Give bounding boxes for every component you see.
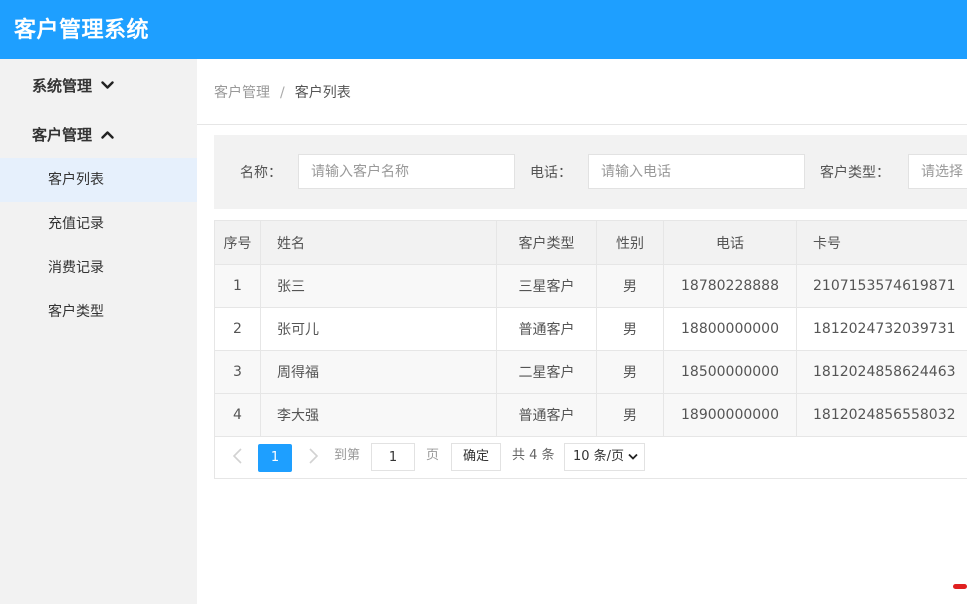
- cell-card: 1812024732039731: [796, 307, 967, 351]
- goto-confirm-button[interactable]: 确定: [451, 443, 501, 471]
- name-label: 名称：: [240, 165, 282, 181]
- cell-type: 普通客户: [496, 307, 597, 351]
- menu-group-label: 系统管理: [32, 77, 93, 95]
- breadcrumb-separator: /: [280, 85, 285, 101]
- chevron-down-icon: [628, 453, 638, 460]
- cell-phone: 18780228888: [663, 264, 797, 308]
- cell-index: 2: [214, 307, 261, 351]
- app-header: 客户管理系统: [0, 0, 967, 59]
- breadcrumb-parent[interactable]: 客户管理: [214, 85, 270, 101]
- breadcrumb: 客户管理 / 客户列表: [214, 82, 351, 102]
- table-row[interactable]: 1 张三 三星客户 男 18780228888 2107153574619871: [214, 264, 967, 308]
- sidebar-item-recharge-records[interactable]: 充值记录: [0, 202, 197, 246]
- page-size-select[interactable]: 10 条/页: [564, 443, 645, 471]
- cell-phone: 18800000000: [663, 307, 797, 351]
- sidebar-item-consumption-records[interactable]: 消费记录: [0, 246, 197, 290]
- pagination: 1 到第 页 确定 共 4 条 10 条/页: [214, 435, 967, 479]
- breadcrumb-current: 客户列表: [294, 85, 351, 101]
- phone-search-input[interactable]: [588, 154, 805, 189]
- column-header-name: 姓名: [260, 220, 497, 265]
- table-header-row: 序号 姓名 客户类型 性别 电话 卡号: [214, 220, 967, 265]
- red-corner-mark: [953, 584, 967, 589]
- table-row[interactable]: 3 周得福 二星客户 男 18500000000 181202485862446…: [214, 350, 967, 394]
- goto-label: 到第: [334, 448, 361, 463]
- page-button-current[interactable]: 1: [258, 444, 292, 472]
- cell-name: 李大强: [260, 393, 497, 437]
- cell-index: 1: [214, 264, 261, 308]
- table-row[interactable]: 2 张可儿 普通客户 男 18800000000 181202473203973…: [214, 307, 967, 351]
- column-header-card: 卡号: [796, 220, 967, 265]
- cell-phone: 18900000000: [663, 393, 797, 437]
- table-row[interactable]: 4 李大强 普通客户 男 18900000000 181202485655803…: [214, 393, 967, 437]
- chevron-down-icon: [100, 79, 114, 93]
- page-size-value: 10 条/页: [573, 449, 625, 464]
- cell-gender: 男: [596, 393, 664, 437]
- sidebar: 系统管理 客户管理 客户列表 充值记录 消费记录 客户类型: [0, 59, 197, 604]
- column-header-phone: 电话: [663, 220, 797, 265]
- customer-type-label: 客户类型：: [820, 165, 890, 181]
- cell-index: 4: [214, 393, 261, 437]
- cell-type: 普通客户: [496, 393, 597, 437]
- cell-name: 周得福: [260, 350, 497, 394]
- menu-group-label: 客户管理: [32, 126, 93, 144]
- page-unit-label: 页: [426, 448, 440, 463]
- column-header-gender: 性别: [596, 220, 664, 265]
- menu-group-system[interactable]: 系统管理: [32, 75, 114, 96]
- prev-page-icon[interactable]: [231, 447, 245, 465]
- next-page-icon[interactable]: [306, 447, 320, 465]
- sidebar-item-customer-types[interactable]: 客户类型: [0, 290, 197, 334]
- column-header-index: 序号: [214, 220, 261, 265]
- sidebar-item-customer-list[interactable]: 客户列表: [0, 158, 197, 202]
- cell-name: 张三: [260, 264, 497, 308]
- cell-type: 三星客户: [496, 264, 597, 308]
- goto-page-input[interactable]: [371, 443, 415, 471]
- cell-gender: 男: [596, 307, 664, 351]
- cell-name: 张可儿: [260, 307, 497, 351]
- name-search-input[interactable]: [298, 154, 515, 189]
- customer-table: 序号 姓名 客户类型 性别 电话 卡号 1 张三 三星客户 男 18780228…: [214, 220, 967, 437]
- cell-card: 1812024858624463: [796, 350, 967, 394]
- cell-gender: 男: [596, 264, 664, 308]
- menu-group-customer[interactable]: 客户管理: [32, 124, 114, 145]
- customer-type-select[interactable]: [908, 154, 967, 189]
- cell-phone: 18500000000: [663, 350, 797, 394]
- cell-card: 2107153574619871: [796, 264, 967, 308]
- chevron-up-icon: [100, 128, 114, 142]
- app-title: 客户管理系统: [14, 18, 150, 43]
- column-header-type: 客户类型: [496, 220, 597, 265]
- phone-label: 电话：: [530, 165, 572, 181]
- cell-type: 二星客户: [496, 350, 597, 394]
- content-divider: [197, 124, 967, 125]
- cell-gender: 男: [596, 350, 664, 394]
- total-count: 共 4 条: [512, 448, 555, 463]
- cell-index: 3: [214, 350, 261, 394]
- cell-card: 1812024856558032: [796, 393, 967, 437]
